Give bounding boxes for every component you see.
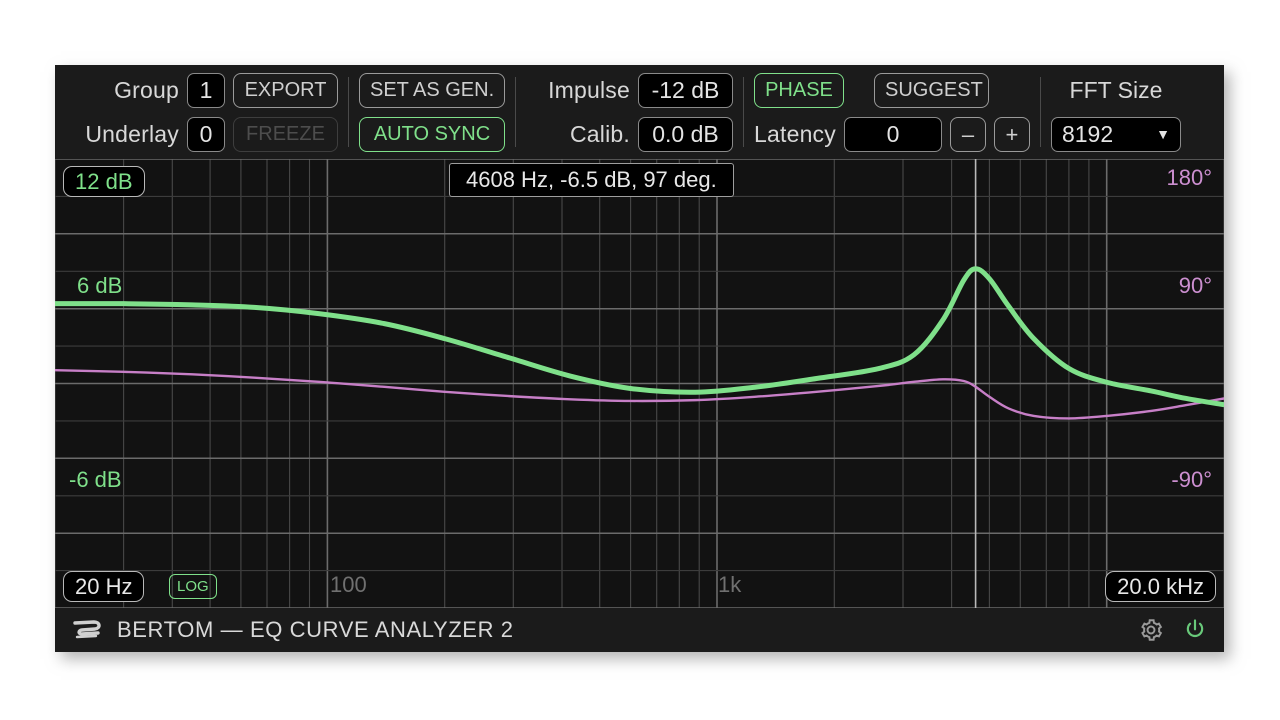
toolbar-group-block: Group 1 EXPORT Underlay 0 FREEZE: [55, 65, 338, 159]
underlay-label: Underlay: [75, 121, 179, 148]
underlay-row: Underlay 0 FREEZE: [75, 116, 338, 153]
toolbar: Group 1 EXPORT Underlay 0 FREEZE SET AS …: [55, 65, 1224, 159]
fft-size-label: FFT Size: [1051, 77, 1181, 104]
power-icon[interactable]: [1182, 617, 1208, 643]
bertom-b-logo-icon: [71, 617, 105, 643]
underlay-value-field[interactable]: 0: [187, 117, 225, 152]
bertom-logo-svg: [71, 617, 105, 643]
phase-button[interactable]: PHASE: [754, 73, 844, 108]
toolbar-impulse-block: Impulse -12 dB Calib. 0.0 dB: [526, 65, 733, 159]
group-row: Group 1 EXPORT: [75, 72, 338, 109]
phase-curve: [55, 370, 1224, 418]
latency-increment-button[interactable]: +: [994, 117, 1030, 152]
latency-row: Latency 0 – +: [754, 116, 1030, 153]
toolbar-divider-4: [1040, 77, 1041, 147]
phase-row: PHASE SUGGEST: [754, 72, 1030, 109]
power-icon-svg: [1182, 617, 1208, 643]
gear-icon[interactable]: [1138, 617, 1164, 643]
latency-label: Latency: [754, 121, 836, 148]
impulse-label: Impulse: [526, 77, 630, 104]
fft-size-select[interactable]: 8192 ▼: [1051, 117, 1181, 152]
analyzer-graph[interactable]: 12 dB 4608 Hz, -6.5 dB, 97 deg. 6 dB -6 …: [55, 159, 1224, 608]
freeze-button[interactable]: FREEZE: [233, 117, 338, 152]
auto-sync-button[interactable]: AUTO SYNC: [359, 117, 505, 152]
fft-combo-row: 8192 ▼: [1051, 116, 1181, 153]
calib-value-field[interactable]: 0.0 dB: [638, 117, 733, 152]
group-label: Group: [75, 77, 179, 104]
suggest-button[interactable]: SUGGEST: [874, 73, 989, 108]
fft-title-row: FFT Size: [1051, 72, 1181, 109]
set-as-gen-row: SET AS GEN.: [359, 72, 505, 109]
grid-horizontal-lines: [55, 159, 1224, 608]
latency-decrement-button[interactable]: –: [950, 117, 986, 152]
set-as-gen-button[interactable]: SET AS GEN.: [359, 73, 505, 108]
status-bar: BERTOM — EQ CURVE ANALYZER 2: [55, 608, 1224, 652]
chevron-down-icon: ▼: [1156, 127, 1170, 141]
toolbar-phase-block: PHASE SUGGEST Latency 0 – +: [754, 65, 1030, 159]
analyzer-plot: [55, 159, 1224, 608]
gear-icon-svg: [1138, 617, 1164, 643]
group-value-field[interactable]: 1: [187, 73, 225, 108]
export-button[interactable]: EXPORT: [233, 73, 338, 108]
toolbar-divider-2: [515, 77, 516, 147]
latency-value-field[interactable]: 0: [844, 117, 942, 152]
fft-size-value: 8192: [1062, 121, 1113, 148]
toolbar-fft-block: FFT Size 8192 ▼: [1051, 65, 1197, 159]
plugin-window: Group 1 EXPORT Underlay 0 FREEZE SET AS …: [55, 65, 1224, 652]
toolbar-sync-block: SET AS GEN. AUTO SYNC: [359, 65, 505, 159]
impulse-value-field[interactable]: -12 dB: [638, 73, 733, 108]
plugin-title: BERTOM — EQ CURVE ANALYZER 2: [117, 617, 514, 643]
toolbar-divider-3: [743, 77, 744, 147]
magnitude-curve: [55, 269, 1224, 405]
auto-sync-row: AUTO SYNC: [359, 116, 505, 153]
toolbar-divider-1: [348, 77, 349, 147]
calib-label: Calib.: [526, 121, 630, 148]
impulse-row: Impulse -12 dB: [526, 72, 733, 109]
calib-row: Calib. 0.0 dB: [526, 116, 733, 153]
